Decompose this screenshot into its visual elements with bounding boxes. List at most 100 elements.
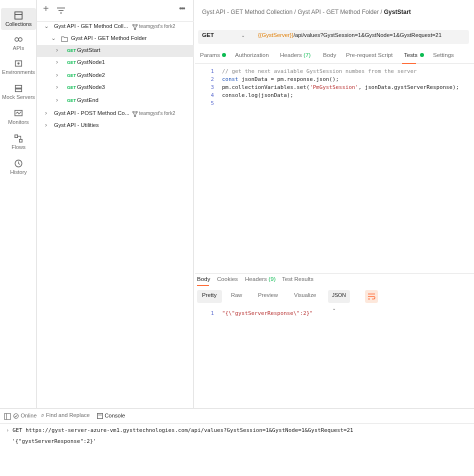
breadcrumb-collection[interactable]: Gyst API - GET Method Collection [202, 10, 293, 16]
url-input[interactable]: {{GystServer}}/api/values?GystSession=1&… [258, 33, 442, 39]
console-icon [97, 413, 103, 419]
active-response-tab-indicator [197, 285, 209, 286]
request-label: GystNode3 [77, 85, 105, 91]
monitors-icon [14, 109, 23, 117]
collection-label: Gyst API - Utilities [54, 123, 99, 129]
new-collection-icon[interactable]: + [43, 4, 49, 15]
rail-item-apis[interactable]: APIs [1, 32, 36, 54]
tree-request-gystnode2[interactable]: › GET GystNode2 [37, 70, 194, 82]
history-icon [14, 159, 23, 168]
tree-collection-post[interactable]: › Gyst API - POST Method Co... teamgyst'… [37, 108, 194, 120]
tab-params[interactable]: Params [200, 53, 226, 59]
method-badge: GET [67, 73, 77, 78]
console-label: Console [104, 413, 126, 420]
request-label: GystEnd [77, 98, 99, 104]
rail-item-history[interactable]: History [1, 156, 36, 178]
tab-label: Headers [280, 53, 302, 59]
response-tab-body[interactable]: Body [197, 277, 210, 283]
method-badge: GET [67, 60, 77, 65]
console-button[interactable]: Console [97, 413, 125, 419]
tab-headers[interactable]: Headers (7) [280, 53, 311, 59]
format-language-label: JSON [332, 293, 346, 299]
tree-collection-get[interactable]: ⌄ Gyst API - GET Method Coll... teamgyst… [37, 21, 194, 33]
response-tab-headers[interactable]: Headers (9) [245, 277, 276, 283]
format-pretty-button[interactable]: Pretty [197, 290, 222, 303]
breadcrumb-separator: / [294, 10, 296, 16]
code-line: pm.collectionVariables.set('PmGystSessio… [222, 85, 459, 91]
fork-label: teamgyst's fork2 [139, 24, 176, 30]
rail-item-monitors[interactable]: Monitors [1, 106, 36, 128]
wrap-lines-button[interactable] [365, 290, 378, 303]
code-keyword: const [222, 77, 239, 83]
line-number: 5 [210, 101, 214, 107]
find-replace-button[interactable]: ⌕ Find and Replace [41, 413, 90, 420]
collections-sidebar: + ••• ⌄ Gyst API - GET Method Coll... te… [37, 0, 194, 408]
tab-label: Tests [404, 53, 418, 59]
chevron-right-icon: › [45, 111, 47, 117]
chevron-right-icon: › [56, 73, 58, 79]
chevron-down-icon: ⌄ [44, 24, 50, 30]
rail-item-environments[interactable]: Environments [1, 56, 36, 78]
tree-request-gystnode3[interactable]: › GET GystNode3 [37, 82, 194, 94]
rail-item-collections[interactable]: Collections [1, 8, 36, 30]
online-label: Online [20, 413, 37, 420]
more-options-icon[interactable]: ••• [179, 4, 185, 13]
tests-script-editor[interactable]: 1 // get the next available GystSession … [195, 66, 474, 266]
tab-pre-request-script[interactable]: Pre-request Script [346, 53, 393, 59]
nav-rail: Collections APIs Environments Mock Serve… [0, 0, 37, 408]
tree-request-gystnode1[interactable]: › GET GystNode1 [37, 57, 194, 69]
format-raw-button[interactable]: Raw [226, 290, 247, 303]
response-tab-cookies[interactable]: Cookies [217, 277, 238, 283]
rail-label: Flows [11, 145, 26, 151]
method-badge: GET [67, 85, 77, 90]
find-replace-label: Find and Replace [45, 413, 90, 419]
chevron-right-icon: › [56, 60, 58, 66]
request-label: GystStart [77, 48, 101, 54]
tab-count: (9) [268, 277, 276, 283]
format-language-select[interactable]: JSON ⌄ [328, 290, 350, 312]
tree-collection-utilities[interactable]: › Gyst API - Utilities [37, 120, 194, 132]
tab-settings[interactable]: Settings [433, 53, 454, 59]
wrap-lines-icon [368, 293, 376, 300]
find-icon: ⌕ [41, 413, 45, 419]
rail-item-mock-servers[interactable]: Mock Servers [1, 81, 36, 103]
tab-tests[interactable]: Tests [404, 53, 424, 59]
console-request-line[interactable]: › GET https://gyst-server-azure-vm1.gyst… [6, 428, 353, 434]
online-status[interactable]: Online [13, 413, 37, 419]
response-json: "{\"gystServerResponse\":2}" [222, 311, 313, 317]
format-visualize-button[interactable]: Visualize [289, 290, 321, 303]
breadcrumb-folder[interactable]: Gyst API - GET Method Folder [298, 10, 379, 16]
tree-folder-get[interactable]: ⌄ Gyst API - GET Method Folder [37, 33, 194, 45]
method-select[interactable]: GET [202, 33, 214, 39]
chevron-right-icon: › [56, 98, 58, 104]
format-preview-button[interactable]: Preview [253, 290, 283, 303]
response-tabs: Body Cookies Headers (9) Test Results [195, 273, 474, 286]
mock-servers-icon [14, 84, 23, 93]
console-method: GET [12, 428, 23, 434]
code-line: // get the next available GystSession nu… [222, 69, 417, 75]
method-badge: GET [67, 98, 77, 103]
sidebar-toolbar: + ••• [37, 0, 194, 22]
tab-body[interactable]: Body [323, 53, 336, 59]
fork-label: teamgyst's fork2 [139, 111, 176, 117]
console-url: https://gyst-server-azure-vm1.gysttechno… [25, 428, 354, 434]
url-bar: GET ⌄ {{GystServer}}/api/values?GystSess… [198, 30, 469, 44]
tab-count: (7) [303, 53, 311, 59]
line-number: 4 [210, 93, 214, 99]
status-dot-icon [419, 53, 424, 58]
fork-icon [132, 111, 138, 117]
folder-icon [61, 36, 68, 42]
request-workspace: Gyst API - GET Method Collection / Gyst … [195, 0, 474, 408]
collection-label: Gyst API - GET Method Coll... [54, 24, 129, 30]
tab-authorization[interactable]: Authorization [235, 53, 269, 59]
rail-label: Mock Servers [2, 95, 35, 101]
tree-request-gyststart[interactable]: › GET GystStart [37, 45, 194, 57]
filter-icon[interactable] [57, 7, 65, 14]
sidebar-toggle-icon[interactable] [4, 413, 11, 420]
tree-request-gystend[interactable]: › GET GystEnd [37, 95, 194, 107]
method-badge: GET [67, 48, 77, 53]
rail-item-flows[interactable]: Flows [1, 131, 36, 153]
response-tab-test-results[interactable]: Test Results [282, 277, 314, 283]
rail-label: Collections [5, 22, 32, 28]
breadcrumb: Gyst API - GET Method Collection / Gyst … [202, 10, 411, 16]
